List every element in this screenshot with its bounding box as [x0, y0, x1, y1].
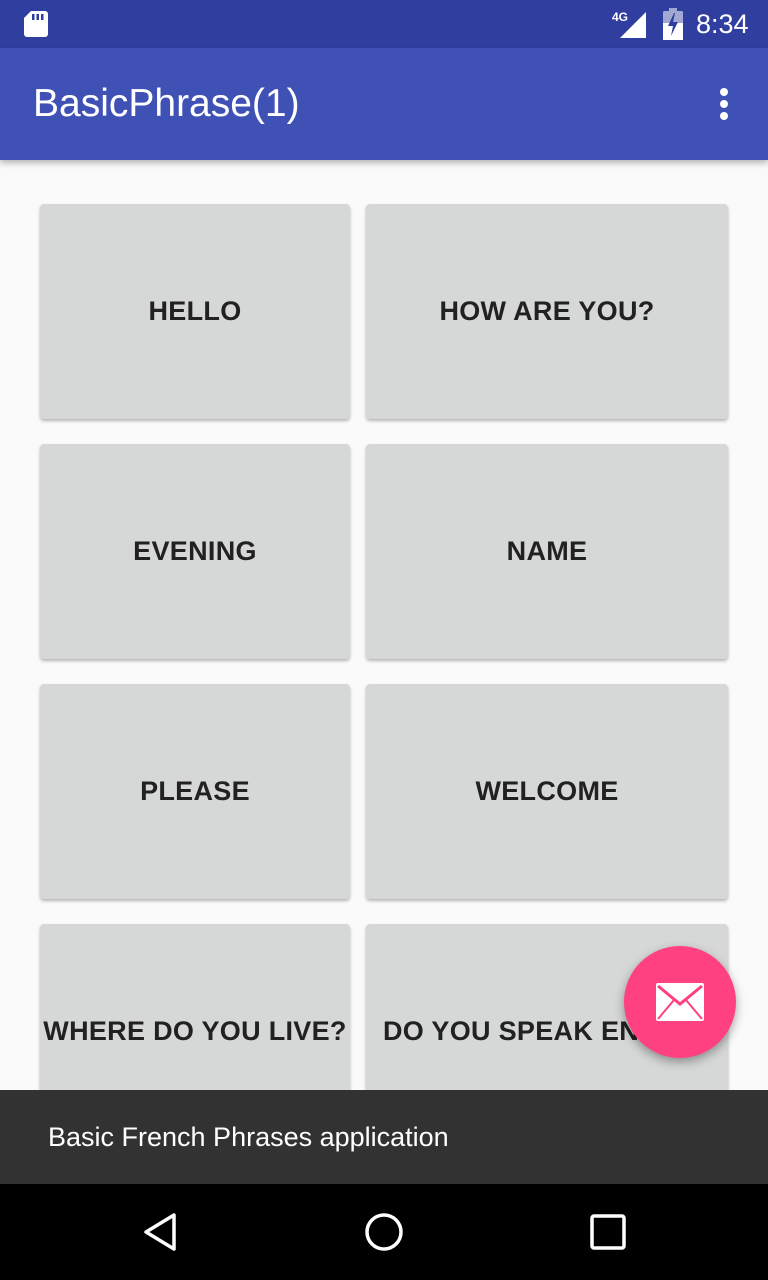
- home-icon[interactable]: [358, 1206, 410, 1258]
- more-vert-icon-dot: [720, 112, 728, 120]
- phrase-grid: HELLO HOW ARE YOU? EVENING NAME PLEASE W…: [0, 160, 768, 1090]
- phrase-button-welcome[interactable]: WELCOME: [366, 684, 728, 899]
- snackbar-message: Basic French Phrases application: [48, 1122, 449, 1152]
- email-fab[interactable]: [624, 946, 736, 1058]
- phrase-button-name[interactable]: NAME: [366, 444, 728, 659]
- app-screen: 4G 8:34 BasicPhrase(1) HELLO HOW ARE YOU…: [0, 0, 768, 1280]
- more-vert-icon: [720, 88, 728, 96]
- more-options-button[interactable]: [700, 80, 748, 128]
- app-title: BasicPhrase(1): [33, 82, 300, 125]
- more-vert-icon-dot: [720, 100, 728, 108]
- phrase-button-where-do-you-live[interactable]: WHERE DO YOU LIVE?: [40, 924, 350, 1090]
- phrase-button-evening[interactable]: EVENING: [40, 444, 350, 659]
- back-icon[interactable]: [134, 1206, 186, 1258]
- sd-card-icon: [24, 11, 48, 37]
- phrase-button-please[interactable]: PLEASE: [40, 684, 350, 899]
- email-icon: [656, 983, 704, 1021]
- battery-icon: [663, 8, 683, 40]
- recents-icon[interactable]: [582, 1206, 634, 1258]
- app-bar: BasicPhrase(1): [0, 48, 768, 160]
- cell-signal-icon: 4G: [612, 10, 646, 38]
- status-bar: 4G 8:34: [0, 0, 768, 48]
- snackbar: Basic French Phrases application: [0, 1090, 768, 1184]
- phrase-button-hello[interactable]: HELLO: [40, 204, 350, 419]
- phrase-button-how-are-you[interactable]: HOW ARE YOU?: [366, 204, 728, 419]
- navigation-bar: [0, 1184, 768, 1280]
- network-type-label: 4G: [612, 10, 628, 24]
- status-time: 8:34: [696, 9, 749, 39]
